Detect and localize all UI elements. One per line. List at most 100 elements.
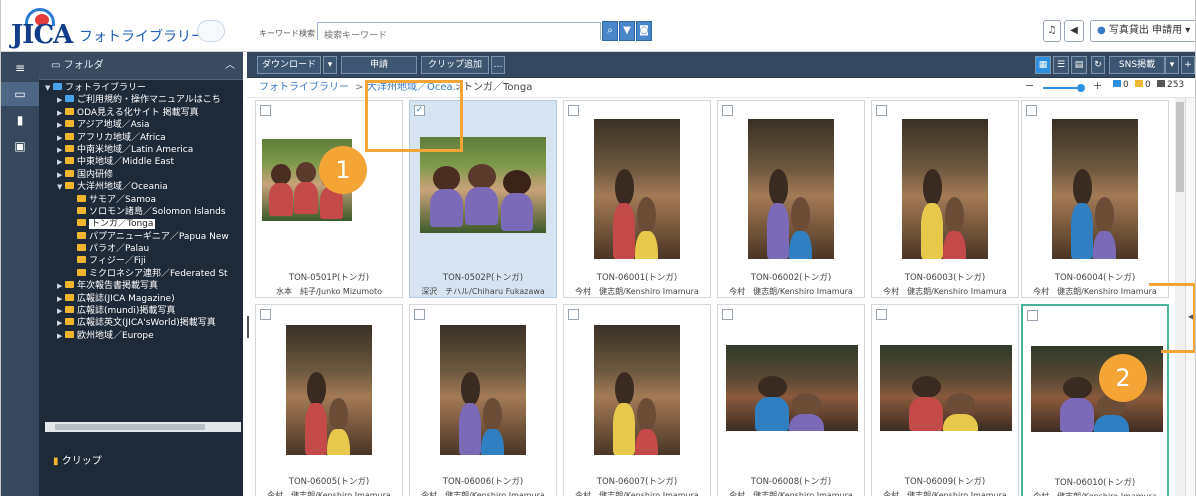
- folder-tree-item[interactable]: ソロモン諸島／Solomon Islands: [39, 206, 243, 218]
- caret-right-icon[interactable]: ▶: [57, 317, 65, 329]
- breadcrumb-root[interactable]: フォトライブラリー: [259, 78, 349, 98]
- folder-tree-item[interactable]: ▶ ご利用規約・操作マニュアルはこち: [39, 94, 243, 106]
- detail-view-icon[interactable]: ▤: [1071, 56, 1087, 74]
- clip-add-button[interactable]: クリップ追加: [421, 56, 489, 74]
- photo-card[interactable]: TON-06001(トンガ) 今村 健志朗/Kenshiro Imamura: [563, 100, 711, 298]
- photo-card[interactable]: TON-06007(トンガ) 今村 健志朗/Kenshiro Imamura: [563, 304, 711, 496]
- folder-tree-item[interactable]: パラオ／Palau: [39, 243, 243, 255]
- photo-thumbnail[interactable]: [286, 325, 372, 455]
- search-input[interactable]: [318, 28, 600, 44]
- photo-card[interactable]: TON-06006(トンガ) 今村 健志朗/Kenshiro Imamura: [409, 304, 557, 496]
- folder-tree-item[interactable]: ▶ 国内研修: [39, 169, 243, 181]
- photo-thumbnail[interactable]: [440, 325, 526, 455]
- more-button[interactable]: …: [491, 56, 505, 74]
- search-box[interactable]: [317, 22, 601, 44]
- photo-checkbox[interactable]: [568, 105, 579, 116]
- photo-checkbox[interactable]: [876, 309, 887, 320]
- folder-tree-item[interactable]: ▶ 広報誌(mundi)掲載写真: [39, 305, 243, 317]
- jica-logo[interactable]: JICA: [11, 8, 73, 50]
- folder-tree-item[interactable]: サモア／Samoa: [39, 194, 243, 206]
- folder-tree-item[interactable]: ▶ 広報誌(JICA Magazine): [39, 293, 243, 305]
- sns-button[interactable]: SNS掲載: [1109, 56, 1165, 74]
- photo-card[interactable]: TON-06004(トンガ) 今村 健志朗/Kenshiro Imamura: [1021, 100, 1169, 298]
- folder-tree-item[interactable]: ▶ 年次報告書掲載写真: [39, 280, 243, 292]
- caret-right-icon[interactable]: ▶: [57, 144, 65, 156]
- zoom-out-icon[interactable]: −: [1025, 79, 1034, 92]
- folder-tree-item[interactable]: ▶ 広報誌英文(JICA'sWorld)掲載写真: [39, 317, 243, 329]
- document-icon[interactable]: ▣: [1, 134, 39, 158]
- photo-card[interactable]: TON-06003(トンガ) 今村 健志朗/Kenshiro Imamura: [871, 100, 1019, 298]
- sns-dropdown-button[interactable]: ▾: [1165, 56, 1179, 74]
- folder-tree-item[interactable]: ▶ ODA見える化サイト 掲載写真: [39, 107, 243, 119]
- folder-icon[interactable]: ▭: [1, 82, 39, 106]
- photo-thumbnail[interactable]: [594, 325, 680, 455]
- caret-right-icon[interactable]: ▶: [57, 169, 65, 181]
- panel-resizer[interactable]: [247, 316, 249, 338]
- photo-checkbox[interactable]: [260, 309, 271, 320]
- caret-right-icon[interactable]: ▶: [57, 156, 65, 168]
- refresh-icon[interactable]: ↻: [1091, 56, 1105, 74]
- scroll-thumb[interactable]: [1176, 102, 1184, 192]
- caret-right-icon[interactable]: ▶: [57, 94, 65, 106]
- photo-checkbox[interactable]: [568, 309, 579, 320]
- grid-vertical-scrollbar[interactable]: [1175, 98, 1185, 496]
- photo-card[interactable]: TON-06009(トンガ) 今村 健志朗/Kenshiro Imamura: [871, 304, 1019, 496]
- folder-tree-item[interactable]: ▶ アフリカ地域／Africa: [39, 132, 243, 144]
- bell-icon[interactable]: ♫: [1043, 20, 1061, 42]
- grid-view-icon[interactable]: ▦: [1035, 56, 1051, 74]
- tree-horizontal-scrollbar[interactable]: [45, 422, 241, 432]
- caret-right-icon[interactable]: ▶: [57, 280, 65, 292]
- folder-tree-item[interactable]: ▼ 大洋州地域／Oceania: [39, 181, 243, 193]
- download-button[interactable]: ダウンロード: [257, 56, 321, 74]
- clip-section-label[interactable]: ▮ クリップ: [53, 452, 102, 467]
- zoom-in-icon[interactable]: +: [1093, 79, 1102, 92]
- caret-down-icon[interactable]: ▼: [57, 181, 65, 193]
- camera-icon[interactable]: ◙: [636, 21, 652, 41]
- photo-thumbnail[interactable]: [594, 119, 680, 259]
- photo-card[interactable]: TON-06005(トンガ) 今村 健志朗/Kenshiro Imamura: [255, 304, 403, 496]
- clip-icon[interactable]: ▮: [1, 108, 39, 132]
- folder-tree-item[interactable]: フィジー／Fiji: [39, 255, 243, 267]
- folder-tree-item[interactable]: トンガ／Tonga: [39, 218, 243, 230]
- list-view-icon[interactable]: ☰: [1053, 56, 1069, 74]
- apply-button[interactable]: 申請: [341, 56, 417, 74]
- folder-tree-item[interactable]: ▶ 中南米地域／Latin America: [39, 144, 243, 156]
- photo-thumbnail[interactable]: [880, 345, 1012, 431]
- zoom-slider-handle[interactable]: [1077, 84, 1085, 92]
- filter-icon[interactable]: ▼: [619, 21, 635, 41]
- add-icon[interactable]: +: [1181, 56, 1195, 74]
- photo-checkbox[interactable]: [722, 309, 733, 320]
- photo-thumbnail[interactable]: [726, 345, 858, 431]
- photo-thumbnail[interactable]: [902, 119, 988, 259]
- photo-card[interactable]: TON-06010(トンガ) 今村 健志朗/Kenshiro Imamura: [1021, 304, 1169, 496]
- photo-checkbox[interactable]: [1026, 105, 1037, 116]
- photo-card[interactable]: TON-06008(トンガ) 今村 健志朗/Kenshiro Imamura: [717, 304, 865, 496]
- scroll-thumb[interactable]: [55, 424, 205, 430]
- caret-down-icon[interactable]: ▼: [45, 82, 53, 94]
- folder-tree-item[interactable]: ▶ アジア地域／Asia: [39, 119, 243, 131]
- photo-checkbox[interactable]: [722, 105, 733, 116]
- menu-icon[interactable]: ≡: [1, 56, 39, 80]
- photo-checkbox[interactable]: [876, 105, 887, 116]
- caret-right-icon[interactable]: ▶: [57, 132, 65, 144]
- download-dropdown-button[interactable]: ▾: [323, 56, 337, 74]
- photo-card[interactable]: TON-06002(トンガ) 今村 健志朗/Kenshiro Imamura: [717, 100, 865, 298]
- photo-checkbox[interactable]: [1027, 310, 1038, 321]
- speaker-icon[interactable]: ◀: [1064, 20, 1084, 42]
- photo-checkbox[interactable]: [414, 309, 425, 320]
- folder-tree-item[interactable]: ミクロネシア連邦／Federated St: [39, 268, 243, 280]
- photo-thumbnail[interactable]: [1052, 119, 1138, 259]
- photo-thumbnail[interactable]: [748, 119, 834, 259]
- photo-checkbox[interactable]: [260, 105, 271, 116]
- caret-right-icon[interactable]: ▶: [57, 119, 65, 131]
- caret-right-icon[interactable]: ▶: [57, 305, 65, 317]
- search-icon[interactable]: ⌕: [602, 21, 618, 41]
- toggle-pill[interactable]: [197, 20, 225, 42]
- caret-right-icon[interactable]: ▶: [57, 330, 65, 342]
- user-menu-button[interactable]: ● 写真貸出 申請用 ▾: [1090, 20, 1195, 42]
- chevron-up-icon[interactable]: ︿: [225, 52, 235, 80]
- caret-right-icon[interactable]: ▶: [57, 107, 65, 119]
- folder-panel-header[interactable]: ▭ フォルダ ︿: [39, 52, 243, 80]
- folder-tree-item[interactable]: ▼ フォトライブラリー: [39, 82, 243, 94]
- folder-tree-item[interactable]: ▶ 中東地域／Middle East: [39, 156, 243, 168]
